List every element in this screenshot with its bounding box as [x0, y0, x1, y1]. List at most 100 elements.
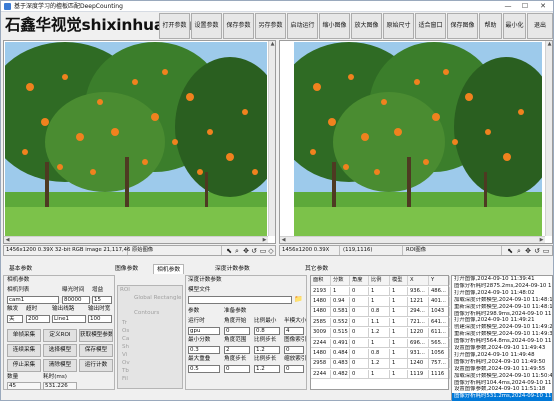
roi-image-pane[interactable]: ▲ ◀ ▶ — [279, 40, 553, 244]
tab-basic-params[interactable]: 基本参数 — [9, 264, 32, 274]
results-table[interactable]: 面积 分数 角度 比例 模型 X Y 2193 1 0 1 1 936... 486... 1… — [310, 275, 450, 390]
log-item[interactable]: 图像分析耗时531.2ms,2024-09-10 11:51:2 — [452, 393, 552, 401]
stop-capture-button[interactable]: 停止采集 — [7, 359, 41, 372]
exposure-input[interactable]: 80000 — [62, 296, 90, 304]
tab-image-params[interactable]: 图像参数 — [115, 264, 138, 274]
table-cell: 1220 — [408, 328, 429, 338]
log-list[interactable]: 打开图像,2024-09-10 11:39:41 图像分析耗时2875.2ms,2… — [451, 275, 553, 401]
table-row[interactable]: 1480 0.484 0 0.8 1 931... 1056 — [311, 348, 450, 359]
half-size-input[interactable]: 4 — [284, 327, 304, 335]
original-size-button[interactable]: 原始尺寸 — [383, 13, 414, 39]
single-capture-button[interactable]: 单帧采集 — [7, 329, 41, 342]
vertical-scrollbar[interactable]: ▲ — [268, 41, 275, 236]
runtime-select[interactable]: gpu — [188, 327, 220, 335]
run-button[interactable]: 启动运行 — [287, 13, 318, 39]
fit-window-button[interactable]: 适合窗口 — [415, 13, 446, 39]
camera-select[interactable]: cam1 — [7, 296, 59, 304]
max-overlap-label: 最大重叠 — [188, 356, 211, 362]
image-title-text: 原始图像 — [130, 246, 222, 255]
select-model-button[interactable]: 选择模型 — [43, 344, 77, 357]
run-count-button[interactable]: 运行计数 — [79, 359, 113, 372]
define-roi-button[interactable]: 定义ROI — [43, 329, 77, 342]
app-icon — [4, 3, 11, 10]
table-cell: 0 — [350, 369, 369, 379]
horizontal-scrollbar[interactable]: ◀ ▶ — [280, 236, 545, 243]
table-row[interactable]: 1480 0.94 0 1 1 1221 401... — [311, 296, 450, 307]
scroll-right-icon[interactable]: ▶ — [538, 237, 545, 244]
trigger-label: 触发 — [7, 306, 19, 312]
minimize-icon[interactable]: — — [500, 1, 516, 12]
rotate-icon[interactable]: ↺ — [250, 247, 258, 255]
scale-max-input[interactable]: 1.2 — [254, 346, 280, 354]
save-params-button[interactable]: 保存参数 — [223, 13, 254, 39]
rotate-icon[interactable]: ↺ — [533, 247, 541, 255]
roi-row-1: Os — [122, 328, 130, 334]
scroll-right-icon[interactable]: ▶ — [261, 237, 268, 244]
maximize-icon[interactable]: ☐ — [517, 1, 533, 12]
save-image-button[interactable]: 保存图像 — [447, 13, 478, 39]
save-as-params-button[interactable]: 另存参数 — [255, 13, 286, 39]
table-cell: 2585 — [311, 317, 331, 327]
table-row[interactable]: 2193 1 0 1 1 936... 486... — [311, 286, 450, 297]
scale-max-value: 1.2 — [256, 347, 265, 353]
erase-icon[interactable]: ◇ — [267, 247, 275, 255]
table-row[interactable]: 1480 0.581 0 0.8 1 294... 1043 — [311, 307, 450, 318]
zoom-icon[interactable]: ⌕ — [233, 247, 241, 255]
angle-step-label: 角度步长 — [224, 356, 247, 362]
roi-tool-label: Global Rectangle — [134, 295, 182, 301]
zoom-out-button[interactable]: 缩小图像 — [319, 13, 350, 39]
rectangle-icon[interactable]: ▭ — [259, 247, 267, 255]
rectangle-icon[interactable]: ▭ — [542, 247, 550, 255]
continuous-capture-button[interactable]: 连续采集 — [7, 344, 41, 357]
minimize-button[interactable]: 最小化 — [503, 13, 526, 39]
scroll-left-icon[interactable]: ◀ — [4, 237, 11, 244]
original-image-pane[interactable]: ▲ ◀ ▶ — [3, 40, 276, 244]
output-line-select[interactable]: Line1 — [52, 315, 86, 323]
tab-deep-count-params[interactable]: 深度计数参数 — [215, 264, 250, 274]
scale-min-value: 0.8 — [256, 328, 265, 334]
open-params-button[interactable]: 打开参数 — [159, 13, 190, 39]
img-index-input[interactable]: 0 — [284, 346, 304, 354]
horizontal-scrollbar[interactable]: ◀ ▶ — [4, 236, 268, 243]
get-model-params-button[interactable]: 获取模型参数 — [79, 329, 113, 342]
table-row[interactable]: 2958 0.483 0 1.2 1 1240 757... — [311, 359, 450, 370]
help-button[interactable]: 帮助 — [479, 13, 502, 39]
exit-button[interactable]: 退出 — [527, 13, 553, 39]
close-icon[interactable]: ✕ — [535, 1, 551, 12]
zoom-icon[interactable]: ⌕ — [515, 247, 523, 255]
angle-start-input[interactable]: 0 — [224, 327, 250, 335]
scroll-left-icon[interactable]: ◀ — [280, 237, 287, 244]
output-duration-input[interactable]: 100 — [88, 315, 112, 323]
table-row[interactable]: 3009 0.515 0 1.2 1 1220 611... — [311, 328, 450, 338]
table-row[interactable]: 2244 0.491 0 1 1 696... 565... — [311, 338, 450, 349]
min-score-input[interactable]: 0.3 — [188, 346, 220, 354]
set-params-button[interactable]: 设置参数 — [191, 13, 222, 39]
clear-model-button[interactable]: 清除模型 — [43, 359, 77, 372]
scale-step-input[interactable]: 1.2 — [254, 365, 280, 373]
scale-min-input[interactable]: 0.8 — [254, 327, 280, 335]
angle-range-input[interactable]: 2 — [224, 346, 250, 354]
tab-camera-params[interactable]: 相机参数 — [153, 264, 185, 274]
angle-step-input[interactable]: 0 — [224, 365, 250, 373]
max-overlap-input[interactable]: 0.5 — [188, 365, 220, 373]
table-row[interactable]: 2585 0.552 0 1.1 1 721... 641... — [311, 317, 450, 328]
zoom-in-button[interactable]: 放大图像 — [351, 13, 382, 39]
zoom-index-label: 缩放索引 — [284, 356, 307, 362]
table-cell: 294... — [408, 307, 429, 317]
zoom-index-input[interactable]: 0 — [284, 365, 304, 373]
vertical-scrollbar[interactable]: ▲ — [545, 41, 552, 236]
model-file-input[interactable] — [188, 296, 292, 304]
trigger-select[interactable]: 关 — [7, 315, 23, 323]
tab-other-params[interactable]: 其它参数 — [305, 264, 328, 274]
pointer-icon[interactable]: ⬉ — [225, 247, 233, 255]
pan-icon[interactable]: ✥ — [524, 247, 532, 255]
scroll-up-icon[interactable]: ▲ — [269, 41, 276, 48]
save-model-button[interactable]: 保存模型 — [79, 344, 113, 357]
timeout-input[interactable]: 200 — [26, 315, 50, 323]
pan-icon[interactable]: ✥ — [242, 247, 250, 255]
scroll-up-icon[interactable]: ▲ — [546, 41, 553, 48]
table-row[interactable]: 2244 0.482 0 1 1 1119 1116 — [311, 369, 450, 380]
gain-input[interactable]: 15 — [92, 296, 112, 304]
folder-icon[interactable]: 📁 — [294, 295, 303, 303]
pointer-icon[interactable]: ⬉ — [506, 247, 514, 255]
